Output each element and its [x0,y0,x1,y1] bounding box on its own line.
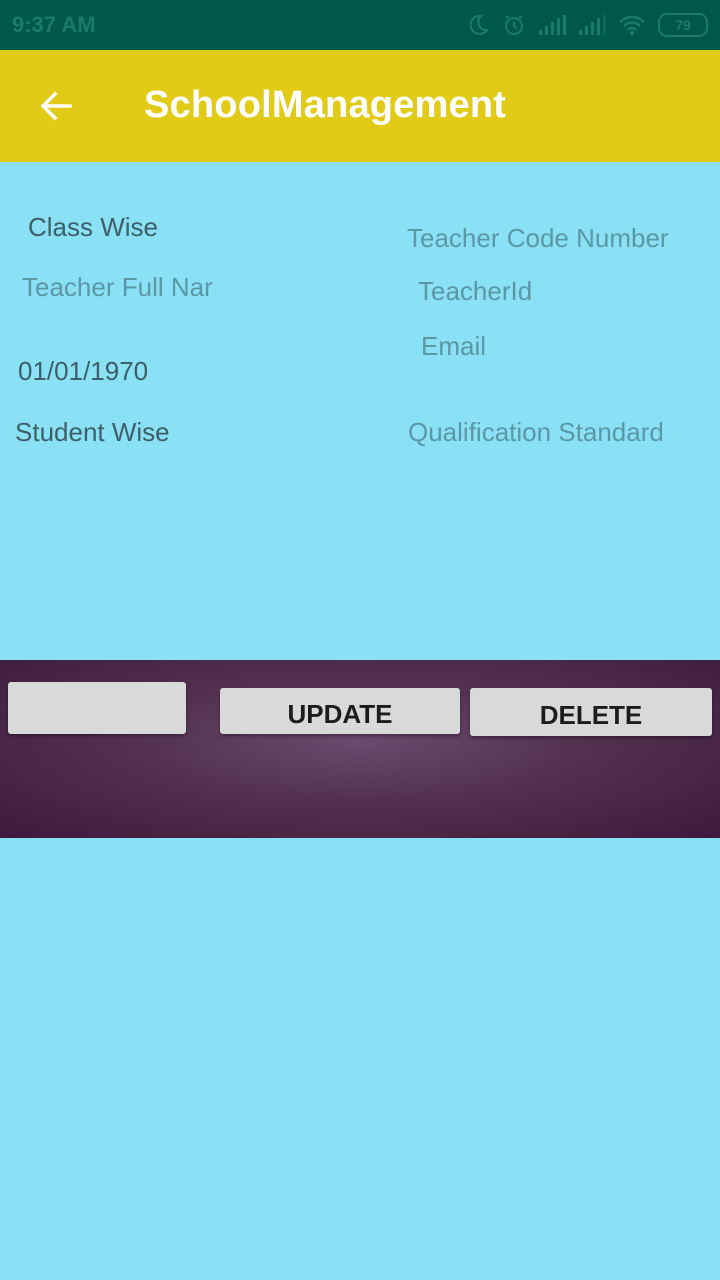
status-time: 9:37 AM [12,12,96,37]
battery-icon: 79 [658,13,708,37]
save-button[interactable] [8,682,186,734]
back-button[interactable] [26,76,86,136]
app-bar: SchoolManagement [0,50,720,162]
email-input[interactable]: Email [421,331,486,362]
arrow-left-icon [40,91,72,121]
app-screen: 9:37 AM 79 SchoolManagement Class Wise T… [0,0,720,1280]
date-field[interactable]: 01/01/1970 [18,356,148,387]
moon-icon [469,14,490,35]
alarm-icon [505,15,523,35]
status-bar: 9:37 AM 79 [0,0,720,50]
signal-icon [539,15,566,35]
battery-level: 79 [675,17,691,33]
class-wise-button[interactable]: Class Wise [28,212,158,243]
student-wise-button[interactable]: Student Wise [15,417,170,448]
qualification-input[interactable]: Qualification Standard [408,417,664,448]
status-icons: 79 [466,10,708,40]
update-button[interactable]: UPDATE [220,688,460,734]
delete-button[interactable]: DELETE [470,688,712,736]
teacher-full-name-input[interactable]: Teacher Full Nar [22,272,232,303]
action-panel: UPDATE DELETE [0,660,720,838]
teacher-id-input[interactable]: TeacherId [418,276,532,307]
teacher-code-input[interactable]: Teacher Code Number [407,223,669,254]
page-title: SchoolManagement [144,84,507,126]
wifi-icon [619,15,645,35]
signal-icon [579,15,606,35]
